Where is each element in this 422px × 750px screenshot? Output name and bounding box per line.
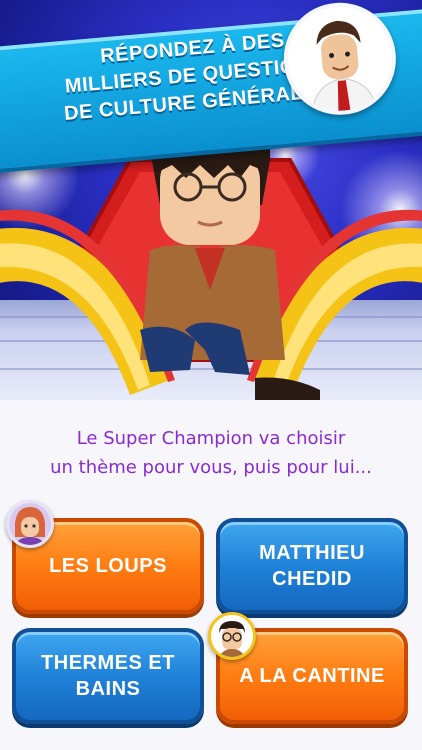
theme-label: THERMES ET bbox=[41, 652, 175, 674]
theme-label: BAINS bbox=[75, 678, 141, 700]
theme-label: A LA CANTINE bbox=[239, 665, 385, 687]
player-avatar bbox=[6, 500, 54, 548]
host-portrait-icon bbox=[283, 2, 397, 116]
prompt-line: un thème pour vous, puis pour lui... bbox=[50, 457, 372, 478]
theme-label: CHEDID bbox=[272, 568, 352, 590]
theme-button-matthieu-chedid[interactable]: MATTHIEU CHEDID bbox=[216, 518, 408, 614]
theme-label: MATTHIEU bbox=[259, 542, 365, 564]
theme-prompt: Le Super Champion va choisir un thème po… bbox=[20, 424, 402, 482]
prompt-line: Le Super Champion va choisir bbox=[76, 428, 346, 449]
theme-button-thermes-et-bains[interactable]: THERMES ET BAINS bbox=[12, 628, 204, 724]
champion-portrait-icon bbox=[211, 615, 253, 657]
theme-label: LES LOUPS bbox=[49, 555, 167, 577]
player-portrait-icon bbox=[9, 503, 51, 545]
champion-avatar bbox=[208, 612, 256, 660]
theme-selection-panel: Le Super Champion va choisir un thème po… bbox=[0, 400, 422, 750]
